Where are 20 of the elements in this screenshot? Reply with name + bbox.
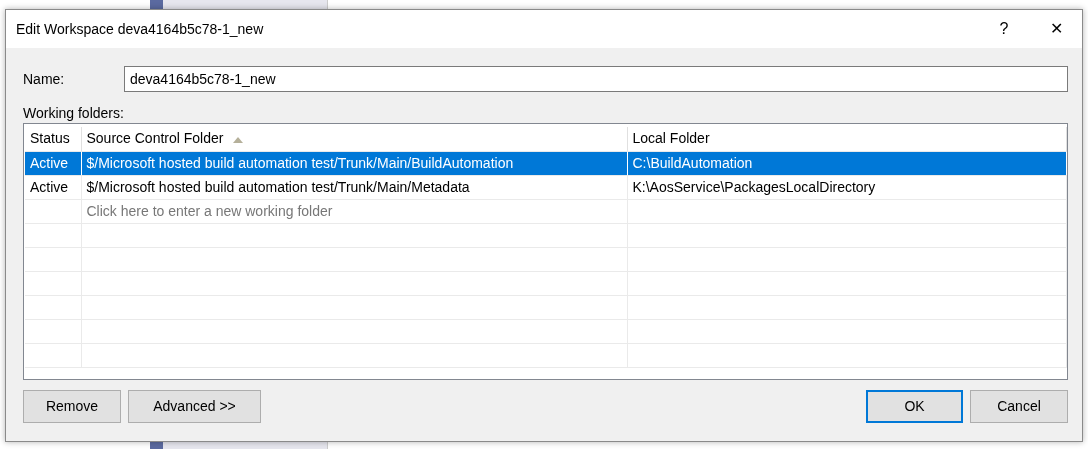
section-label: Working folders: xyxy=(23,104,125,122)
help-button[interactable]: ? xyxy=(978,10,1030,48)
table-cell: $/Microsoft hosted build automation test/Trunk/Main/BuildAutomation xyxy=(81,151,627,175)
column-header[interactable]: Local Folder xyxy=(627,127,1066,151)
column-header[interactable]: Status xyxy=(25,127,81,151)
name-field[interactable]: deva4164b5c78-1_new xyxy=(124,66,1068,92)
field-label: Name: xyxy=(23,69,66,89)
column-header[interactable]: Source Control Folder xyxy=(81,127,627,151)
new-row-placeholder[interactable]: Click here to enter a new working folder xyxy=(81,199,627,223)
dialog-button[interactable]: Remove xyxy=(23,390,121,423)
dialog-button[interactable]: Advanced >> xyxy=(128,390,261,423)
dialog-button[interactable]: Cancel xyxy=(970,390,1068,423)
close-button[interactable]: ✕ xyxy=(1030,10,1082,48)
table-cell: Active xyxy=(25,175,81,199)
table-cell: K:\AosService\PackagesLocalDirectory xyxy=(627,175,1066,199)
dialog-button[interactable]: OK xyxy=(866,390,963,423)
window-title: Edit Workspace deva4164b5c78-1_new xyxy=(16,19,265,39)
table-cell: C:\BuildAutomation xyxy=(627,151,1066,175)
table-cell: Active xyxy=(25,151,81,175)
table-cell: $/Microsoft hosted build automation test/Trunk/Main/Metadata xyxy=(81,175,627,199)
